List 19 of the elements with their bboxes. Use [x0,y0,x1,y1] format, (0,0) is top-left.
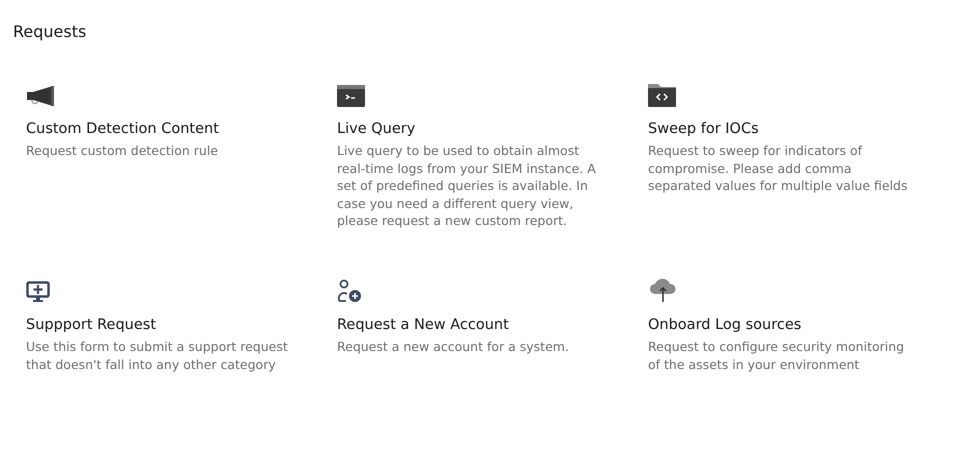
card-title[interactable]: Live Query [337,121,416,137]
terminal-icon [337,85,365,107]
card-description: Request a new account for a system. [337,338,570,356]
card-description: Live query to be used to obtain almost real-time logs from your SIEM instance. A set of predefined queries is available. In case you need a different query view, please request a new custom report. [337,142,597,230]
card-title[interactable]: Suppport Request [26,317,156,333]
page-title: Requests [13,22,88,41]
card-title[interactable]: Sweep for IOCs [648,121,759,137]
card-description: Request to configure security monitoring of the assets in your environment [648,338,906,373]
monitor-plus-icon [26,281,50,303]
card-description: Request to sweep for indicators of compromise. Please add comma separated values for multiple value fields [648,142,909,194]
card-title[interactable]: Onboard Log sources [648,317,802,333]
cloud-upload-icon [648,277,678,303]
user-add-icon [337,279,363,303]
card-title[interactable]: Request a New Account [337,317,509,333]
card-title[interactable]: Custom Detection Content [26,121,219,137]
card-description: Request custom detection rule [26,142,219,160]
code-folder-icon [648,83,676,107]
megaphone-icon [26,85,56,107]
card-description: Use this form to submit a support request that doesn't fall into any other category [26,338,289,373]
